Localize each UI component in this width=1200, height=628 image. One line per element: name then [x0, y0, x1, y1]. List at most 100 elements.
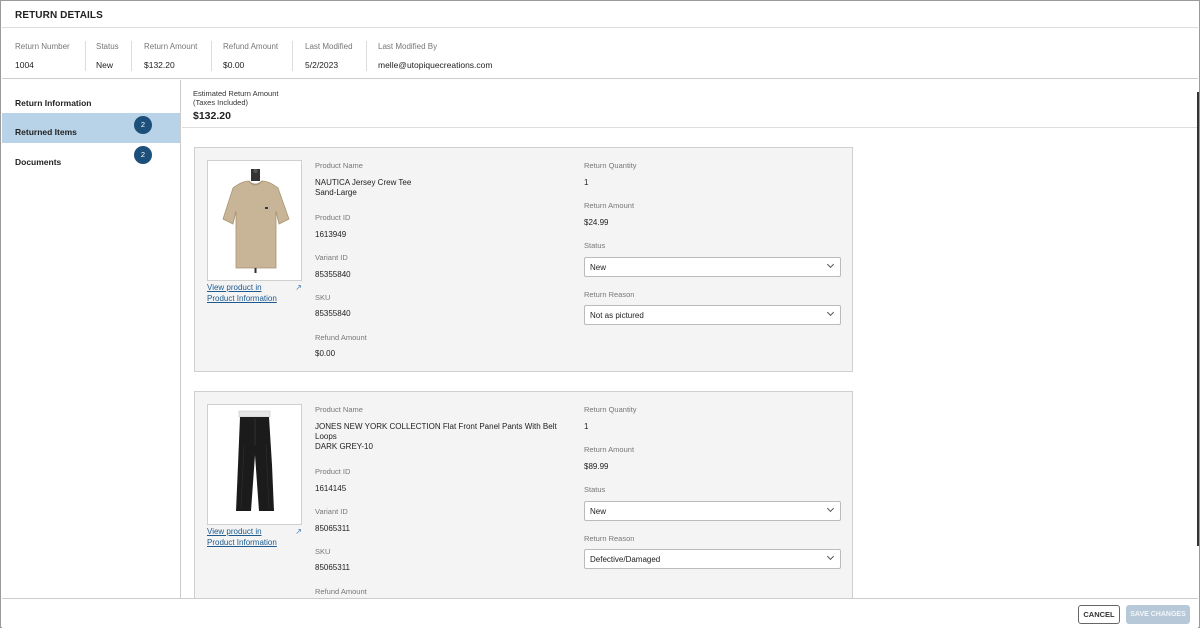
scrollbar[interactable]: [1197, 92, 1199, 546]
return-quantity-label: Return Quantity: [584, 405, 637, 414]
returned-item-card: View product in Product Information ↗ Pr…: [194, 147, 853, 372]
refund-amount-label: Refund Amount: [315, 587, 367, 596]
summary-label: Return Amount: [144, 42, 198, 51]
return-reason-label: Return Reason: [584, 534, 635, 543]
summary-label: Return Number: [15, 42, 70, 51]
variant-id-value: 85355840: [315, 270, 351, 279]
sku-value: 85065311: [315, 563, 350, 572]
link-line2: Product Information: [207, 538, 277, 547]
return-amount-label: Return Amount: [584, 445, 635, 454]
summary-divider: [131, 41, 132, 71]
pants-image: [207, 404, 302, 525]
return-details-modal: RETURN DETAILS Return Number 1004 Status…: [0, 0, 1200, 628]
estimated-return-amount: Estimated Return Amount (Taxes Included)…: [193, 89, 278, 122]
product-name: NAUTICA Jersey Crew Tee: [315, 178, 412, 187]
summary-value: $0.00: [223, 60, 245, 70]
variant-id-value: 85065311: [315, 524, 350, 533]
summary-return-amount: Return Amount $132.20: [144, 42, 197, 70]
return-reason-select-value: Defective/Damaged: [590, 555, 661, 564]
sidebar-item-returned-items[interactable]: Returned Items 2: [2, 113, 180, 143]
return-reason-select[interactable]: Not as pictured: [584, 305, 841, 325]
product-name-label: Product Name: [315, 161, 363, 170]
estimate-label: Estimated Return Amount: [193, 89, 279, 98]
return-reason-label: Return Reason: [584, 290, 635, 299]
count-badge: 2: [134, 146, 152, 164]
returned-items-panel: Estimated Return Amount (Taxes Included)…: [182, 80, 1197, 598]
variant-id-label: Variant ID: [315, 253, 348, 262]
product-id-value: 1614145: [315, 484, 347, 493]
sidebar-nav: Return Information Returned Items 2 Docu…: [2, 80, 181, 598]
status-label: Status: [584, 241, 606, 250]
return-quantity-label: Return Quantity: [584, 161, 637, 170]
summary-value: 1004: [15, 60, 34, 70]
return-amount-label: Return Amount: [584, 201, 635, 210]
sku-value: 85355840: [315, 309, 351, 318]
modal-footer: CANCEL SAVE CHANGES: [2, 598, 1198, 628]
summary-value: 5/2/2023: [305, 60, 339, 70]
tshirt-image: [207, 160, 302, 281]
sku-label: SKU: [315, 547, 331, 556]
save-changes-button[interactable]: SAVE CHANGES: [1126, 605, 1190, 624]
summary-return-number: Return Number 1004: [15, 42, 70, 70]
modal-title: RETURN DETAILS: [15, 10, 103, 21]
summary-label: Last Modified: [305, 42, 353, 51]
refund-amount-value: $0.00: [315, 349, 336, 358]
product-name: JONES NEW YORK COLLECTION Flat Front Pan…: [315, 422, 557, 441]
return-quantity-value: 1: [584, 422, 589, 431]
product-name-value: JONES NEW YORK COLLECTION Flat Front Pan…: [315, 422, 565, 452]
variant-id-label: Variant ID: [315, 507, 348, 516]
summary-last-modified-by: Last Modified By melle@utopiquecreations…: [378, 42, 492, 70]
divider: [182, 127, 1197, 128]
summary-divider: [366, 41, 367, 71]
view-product-link[interactable]: View product in Product Information ↗: [207, 282, 302, 304]
product-variant: Sand-Large: [315, 188, 357, 197]
return-reason-select-value: Not as pictured: [590, 311, 644, 320]
summary-last-modified: Last Modified 5/2/2023: [305, 42, 353, 70]
sidebar-item-label: Returned Items: [15, 127, 77, 137]
returned-item-card: View product in Product Information ↗ Pr…: [194, 391, 853, 598]
view-product-link[interactable]: View product in Product Information ↗: [207, 526, 302, 548]
return-summary: Return Number 1004 Status New Return Amo…: [2, 28, 1198, 79]
summary-label: Status: [96, 42, 119, 51]
return-reason-select[interactable]: Defective/Damaged: [584, 549, 841, 569]
sidebar-item-label: Return Information: [15, 98, 92, 108]
summary-value: $132.20: [144, 60, 175, 70]
summary-label: Last Modified By: [378, 42, 438, 51]
summary-refund-amount: Refund Amount $0.00: [223, 42, 278, 70]
pants-icon: [208, 405, 301, 524]
summary-value: melle@utopiquecreations.com: [378, 60, 493, 70]
return-quantity-value: 1: [584, 178, 589, 187]
status-label: Status: [584, 485, 606, 494]
product-variant: DARK GREY-10: [315, 442, 373, 451]
return-amount-value: $89.99: [584, 462, 609, 471]
product-id-label: Product ID: [315, 467, 351, 476]
summary-status: Status New: [96, 42, 119, 70]
cancel-button[interactable]: CANCEL: [1078, 605, 1120, 624]
refund-amount-label: Refund Amount: [315, 333, 367, 342]
tshirt-icon: [208, 161, 301, 280]
chevron-down-icon: [826, 504, 835, 513]
link-line2: Product Information: [207, 294, 277, 303]
summary-divider: [85, 41, 86, 71]
return-amount-value: $24.99: [584, 218, 609, 227]
summary-divider: [211, 41, 212, 71]
chevron-down-icon: [826, 260, 835, 269]
external-link-icon: ↗: [295, 283, 302, 292]
link-line1: View product in: [207, 283, 262, 292]
status-select[interactable]: New: [584, 501, 841, 521]
product-id-label: Product ID: [315, 213, 351, 222]
status-select-value: New: [590, 263, 607, 272]
status-select[interactable]: New: [584, 257, 841, 277]
summary-divider: [292, 41, 293, 71]
sidebar-item-documents[interactable]: Documents 2: [2, 143, 180, 173]
sku-label: SKU: [315, 293, 331, 302]
chevron-down-icon: [826, 552, 835, 561]
summary-label: Refund Amount: [223, 42, 279, 51]
summary-value: New: [96, 60, 114, 70]
status-select-value: New: [590, 507, 607, 516]
sidebar-item-return-information[interactable]: Return Information: [2, 84, 180, 114]
estimate-amount: $132.20: [193, 110, 231, 122]
link-line1: View product in: [207, 527, 262, 536]
chevron-down-icon: [826, 308, 835, 317]
product-name-label: Product Name: [315, 405, 363, 414]
